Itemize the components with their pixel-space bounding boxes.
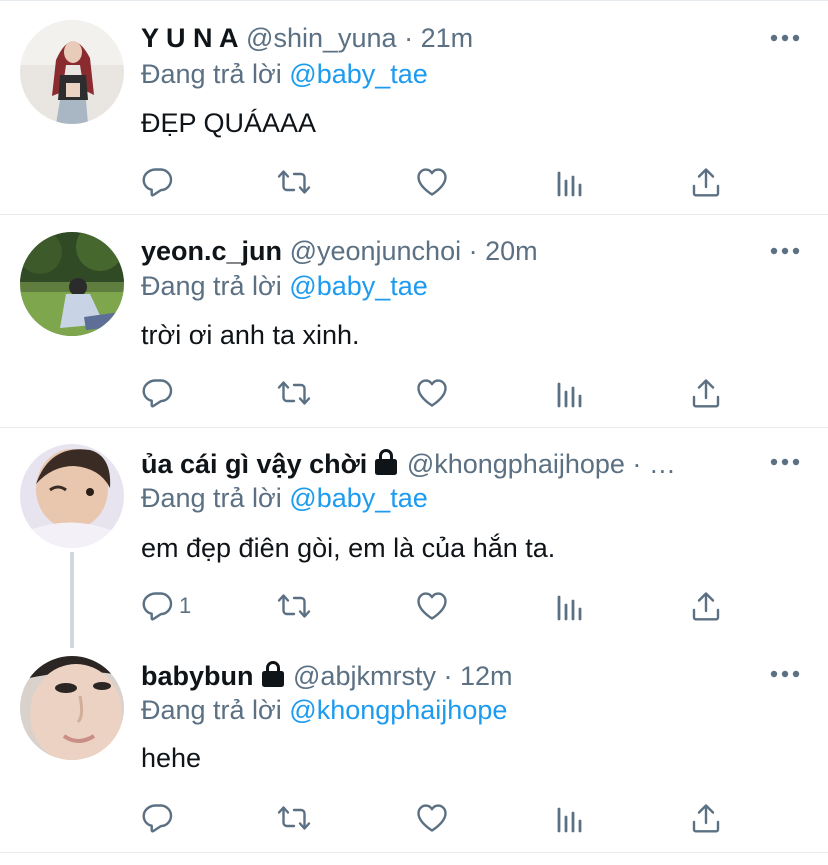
mention-link[interactable]: @baby_tae: [289, 483, 428, 513]
replying-to: Đang trả lời @baby_tae: [141, 57, 428, 91]
username[interactable]: @yeonjunchoi: [290, 236, 462, 266]
mention-link[interactable]: @baby_tae: [289, 59, 428, 89]
like-button[interactable]: [416, 376, 448, 410]
retweet-button[interactable]: [276, 165, 312, 199]
retweet-button[interactable]: [276, 801, 312, 835]
tweet-header: babybun @abjkmrsty · 12m: [141, 659, 768, 693]
replying-to: Đang trả lời @khongphaijhope: [141, 693, 507, 727]
display-name[interactable]: ủa cái gì vậy chời: [141, 449, 367, 479]
display-name[interactable]: yeon.c_jun: [141, 236, 282, 266]
avatar[interactable]: [20, 444, 124, 548]
thread-connector: [70, 552, 74, 648]
tweet-text: ĐẸP QUÁAAA: [141, 108, 317, 138]
tweet-text: trời ơi anh ta xinh.: [141, 320, 360, 350]
more-icon[interactable]: [770, 669, 800, 679]
analytics-icon: [557, 595, 582, 621]
lock-icon: [375, 449, 398, 475]
tweet-text: hehe: [141, 743, 202, 773]
replying-to: Đang trả lời @baby_tae: [141, 269, 428, 303]
more-icon[interactable]: [770, 33, 800, 43]
analytics-button[interactable]: [554, 589, 586, 623]
tweet-yeon-c-jun[interactable]: yeon.c_jun @yeonjunchoi · 20m Đang trả l…: [0, 215, 828, 427]
share-button[interactable]: [690, 589, 722, 623]
divider: [0, 852, 828, 853]
tweet-actions: 1: [141, 589, 741, 623]
replying-to-label: Đang trả lời: [141, 271, 282, 301]
analytics-button[interactable]: [554, 801, 586, 835]
separator: ·: [443, 661, 453, 691]
replying-to-label: Đang trả lời: [141, 59, 282, 89]
more-icon[interactable]: [770, 457, 800, 467]
share-icon: [692, 168, 720, 197]
reply-button[interactable]: 1: [141, 589, 191, 623]
tweet-text: em đẹp điên gòi, em là của hắn ta.: [141, 533, 556, 563]
tweet-ua-cai-gi-vay-choi[interactable]: ủa cái gì vậy chời @khongphaijhope · … Đ…: [0, 428, 828, 648]
display-name[interactable]: Y U N A: [141, 23, 239, 53]
timestamp[interactable]: 21m: [421, 23, 474, 53]
separator: ·: [404, 23, 414, 53]
mention-link[interactable]: @khongphaijhope: [289, 695, 507, 725]
analytics-icon: [557, 807, 582, 833]
avatar[interactable]: [20, 656, 124, 760]
share-icon: [692, 592, 720, 621]
like-button[interactable]: [416, 165, 448, 199]
retweet-icon: [277, 170, 311, 194]
like-button[interactable]: [416, 801, 448, 835]
avatar[interactable]: [20, 232, 124, 336]
reply-icon: [142, 804, 173, 833]
mention-link[interactable]: @baby_tae: [289, 271, 428, 301]
more-icon[interactable]: [770, 246, 800, 256]
reply-button[interactable]: [141, 801, 179, 835]
reply-icon: [142, 379, 173, 408]
tweet-babybun[interactable]: babybun @abjkmrsty · 12m Đang trả lời @k…: [0, 640, 828, 852]
replying-to: Đang trả lời @baby_tae: [141, 481, 428, 515]
separator: ·: [468, 236, 478, 266]
reply-button[interactable]: [141, 376, 179, 410]
reply-count: 1: [179, 593, 192, 618]
analytics-icon: [557, 382, 582, 408]
analytics-button[interactable]: [554, 165, 586, 199]
username[interactable]: @abjkmrsty: [293, 661, 436, 691]
timestamp[interactable]: 12m: [460, 661, 513, 691]
username[interactable]: @shin_yuna: [246, 23, 397, 53]
tweet-actions: [141, 801, 741, 835]
separator: · …: [632, 449, 676, 479]
tweet-header: Y U N A @shin_yuna · 21m: [141, 21, 768, 55]
replying-to-label: Đang trả lời: [141, 695, 282, 725]
share-icon: [692, 379, 720, 408]
replies-feed: Y U N A @shin_yuna · 21m Đang trả lời @b…: [0, 0, 828, 865]
like-icon: [417, 804, 447, 832]
reply-icon: [142, 168, 173, 197]
reply-icon: [142, 592, 173, 621]
retweet-icon: [277, 594, 311, 618]
lock-icon: [261, 661, 284, 687]
share-button[interactable]: [690, 376, 722, 410]
tweet-yuna[interactable]: Y U N A @shin_yuna · 21m Đang trả lời @b…: [0, 0, 828, 215]
retweet-icon: [277, 806, 311, 830]
tweet-actions: [141, 165, 741, 199]
retweet-icon: [277, 381, 311, 405]
replying-to-label: Đang trả lời: [141, 483, 282, 513]
tweet-actions: [141, 376, 741, 410]
display-name[interactable]: babybun: [141, 661, 254, 691]
share-button[interactable]: [690, 165, 722, 199]
share-button[interactable]: [690, 801, 722, 835]
avatar[interactable]: [20, 20, 124, 124]
timestamp[interactable]: 20m: [485, 236, 538, 266]
reply-button[interactable]: [141, 165, 179, 199]
retweet-button[interactable]: [276, 589, 312, 623]
like-icon: [417, 168, 447, 196]
username[interactable]: @khongphaijhope: [407, 449, 625, 479]
retweet-button[interactable]: [276, 376, 312, 410]
analytics-icon: [557, 171, 582, 197]
tweet-header: yeon.c_jun @yeonjunchoi · 20m: [141, 234, 768, 268]
like-icon: [417, 379, 447, 407]
like-button[interactable]: [416, 589, 448, 623]
analytics-button[interactable]: [554, 376, 586, 410]
tweet-header: ủa cái gì vậy chời @khongphaijhope · …: [141, 447, 768, 481]
share-icon: [692, 804, 720, 833]
like-icon: [417, 592, 447, 620]
